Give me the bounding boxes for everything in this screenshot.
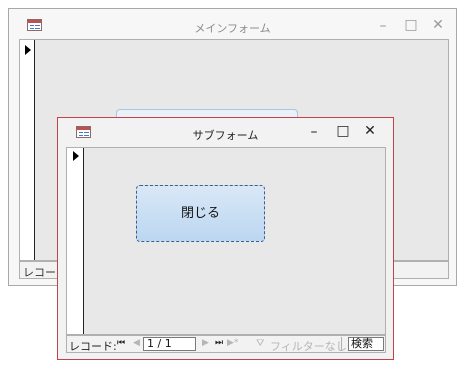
- record-label: レコード:: [69, 340, 117, 353]
- sub-form-window: サブフォーム – □ ✕ 閉じる レコード: ⏮ ◀ 1 / 1 ▶ ⏭ ▶* …: [57, 117, 394, 360]
- current-record-arrow-icon: [73, 151, 79, 161]
- maximize-icon[interactable]: □: [403, 18, 419, 32]
- sub-form-titlebar[interactable]: サブフォーム – □ ✕: [58, 118, 393, 148]
- minimize-icon[interactable]: –: [375, 19, 391, 33]
- close-icon[interactable]: ✕: [430, 18, 446, 32]
- search-input[interactable]: 検索: [348, 337, 384, 351]
- first-record-icon[interactable]: ⏮: [117, 338, 125, 348]
- minimize-icon[interactable]: –: [306, 125, 322, 139]
- close-form-button[interactable]: 閉じる: [136, 185, 265, 242]
- close-icon[interactable]: ✕: [362, 124, 378, 138]
- record-selector[interactable]: [20, 40, 35, 260]
- filter-toggle[interactable]: フィルターなし: [270, 338, 347, 354]
- last-record-icon[interactable]: ⏭: [215, 338, 223, 348]
- new-record-icon[interactable]: ▶*: [227, 338, 238, 348]
- sub-record-navigation: レコード: ⏮ ◀ 1 / 1 ▶ ⏭ ▶* ⛛ フィルターなし 検索: [66, 335, 386, 353]
- record-selector[interactable]: [67, 148, 84, 334]
- main-form-titlebar[interactable]: メインフォーム – □ ✕: [9, 9, 456, 41]
- current-record-field[interactable]: 1 / 1: [143, 337, 196, 351]
- current-record-arrow-icon: [25, 45, 31, 55]
- divider: [341, 337, 342, 351]
- maximize-icon[interactable]: □: [335, 124, 351, 138]
- sub-form-detail: 閉じる: [66, 147, 386, 335]
- next-record-icon[interactable]: ▶: [202, 338, 209, 348]
- previous-record-icon[interactable]: ◀: [133, 338, 140, 348]
- no-filter-icon: ⛛: [256, 338, 265, 349]
